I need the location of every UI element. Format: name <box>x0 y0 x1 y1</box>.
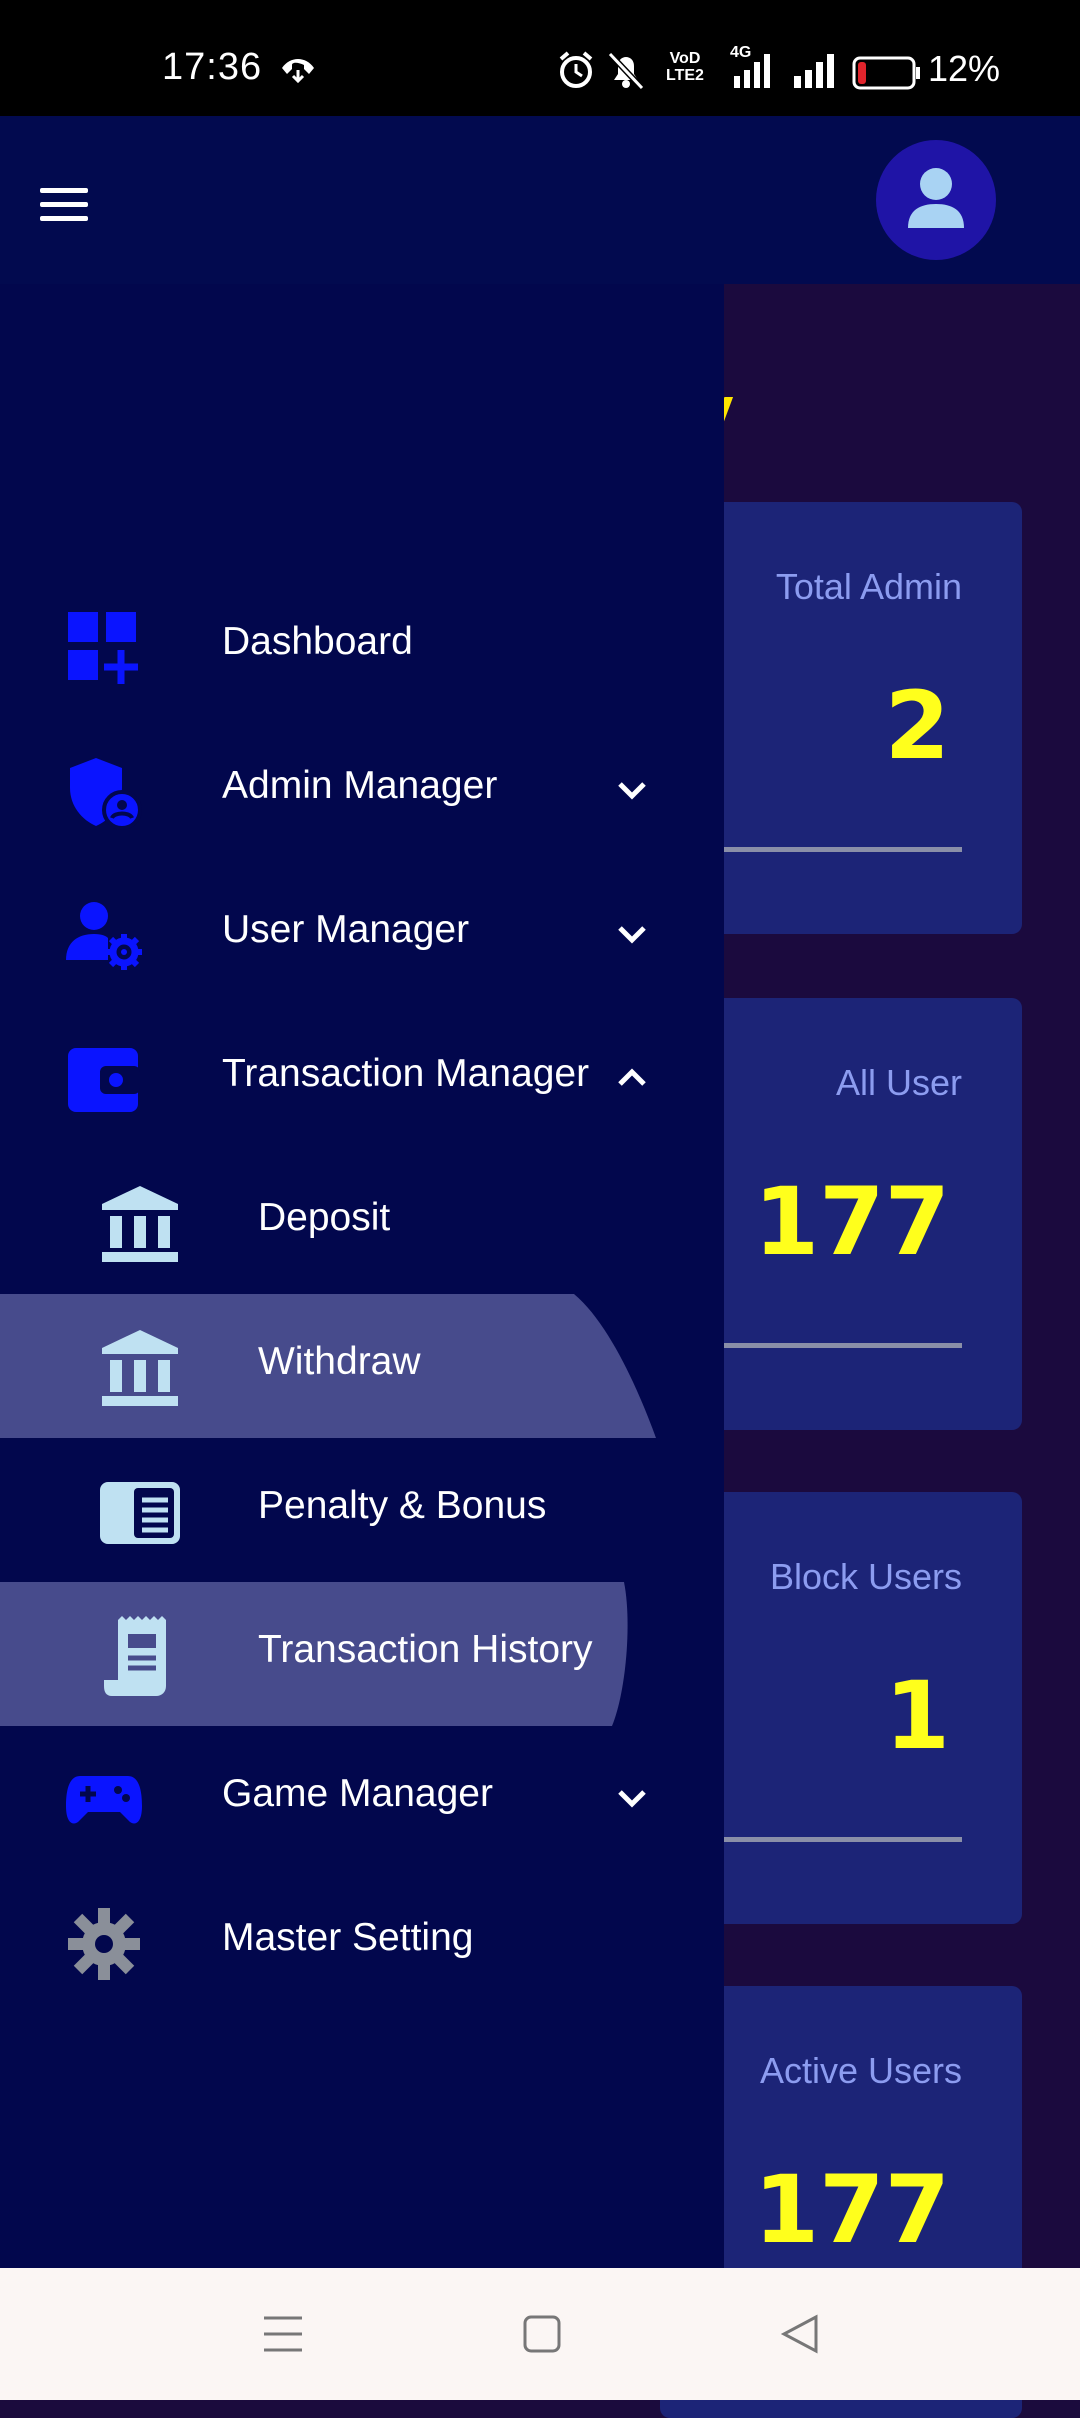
drawer-item-label: User Manager <box>222 908 470 951</box>
stat-label: Active Users <box>759 2050 962 2091</box>
drawer-item-user-manager[interactable]: User Manager <box>0 862 724 1006</box>
volte-bottom: LTE2 <box>666 67 704 84</box>
drawer-subitem-deposit[interactable]: Deposit <box>0 1150 724 1294</box>
drawer-subitem-transaction-history[interactable]: Transaction History <box>0 1582 724 1726</box>
home-icon[interactable] <box>522 2314 562 2359</box>
drawer-item-admin-manager[interactable]: Admin Manager <box>0 718 724 862</box>
back-icon[interactable] <box>780 2314 820 2359</box>
battery-icon <box>852 56 922 95</box>
stat-value: 2 <box>884 672 950 781</box>
drawer-item-master-setting[interactable]: Master Setting <box>0 1870 724 2014</box>
drawer-item-transaction-manager[interactable]: Transaction Manager <box>0 1006 724 1150</box>
volte-top: VoD <box>669 50 701 67</box>
status-time: 17:36 <box>162 46 263 88</box>
stat-label: Total Admin <box>775 566 962 607</box>
battery-percent: 12% <box>928 48 1001 89</box>
user-settings-icon <box>66 898 142 974</box>
mute-icon <box>604 50 648 95</box>
drawer-subitem-label: Penalty & Bonus <box>258 1484 547 1527</box>
stat-value: 177 <box>753 1168 950 1277</box>
drawer-item-game-manager[interactable]: Game Manager <box>0 1726 724 1870</box>
drawer-item-label: Admin Manager <box>222 764 498 807</box>
drawer-item-label: Transaction Manager <box>222 1052 590 1095</box>
profile-avatar-button[interactable] <box>876 140 996 260</box>
hamburger-icon[interactable] <box>40 188 88 228</box>
signal-icon <box>792 50 842 95</box>
drawer-item-label: Game Manager <box>222 1772 493 1815</box>
recent-apps-icon[interactable] <box>262 2314 304 2359</box>
volte-indicator: VoD LTE2 <box>666 50 704 84</box>
navigation-drawer: Dashboard Admin Manager User Manager Tra… <box>0 284 724 2268</box>
chevron-down-icon[interactable] <box>612 770 652 815</box>
call-icon <box>278 54 318 89</box>
person-icon <box>908 168 964 228</box>
wallet-icon <box>66 1042 142 1118</box>
drawer-item-dashboard[interactable]: Dashboard <box>0 574 724 718</box>
admin-shield-icon <box>66 754 142 830</box>
drawer-subitem-label: Transaction History <box>258 1628 593 1671</box>
app-header <box>0 116 1080 284</box>
chevron-down-icon[interactable] <box>612 914 652 959</box>
receipt-icon <box>98 1616 182 1696</box>
alarm-icon <box>556 50 596 95</box>
drawer-subitem-withdraw[interactable]: Withdraw <box>0 1294 724 1438</box>
drawer-item-label: Master Setting <box>222 1916 474 1959</box>
bank-icon <box>98 1184 182 1264</box>
chevron-down-icon[interactable] <box>612 1778 652 1823</box>
signal-4g-icon: 4G <box>730 44 782 95</box>
gear-icon <box>66 1906 142 1982</box>
drawer-item-label: Dashboard <box>222 620 413 663</box>
dashboard-add-icon <box>66 610 142 686</box>
stat-value: 177 <box>753 2156 950 2265</box>
gamepad-icon <box>66 1762 142 1838</box>
stat-value: 1 <box>884 1662 950 1771</box>
drawer-subitem-label: Withdraw <box>258 1340 421 1383</box>
system-navigation-bar <box>0 2268 1080 2400</box>
stat-label: Block Users <box>769 1556 962 1597</box>
stat-label: All User <box>835 1062 962 1103</box>
bank-icon <box>98 1328 182 1408</box>
status-bar: 17:36 VoD LTE2 4G 12% <box>0 0 1080 116</box>
drawer-subitem-label: Deposit <box>258 1196 391 1239</box>
drawer-subitem-penalty-bonus[interactable]: Penalty & Bonus <box>0 1438 724 1582</box>
chevron-up-icon[interactable] <box>612 1058 652 1103</box>
book-icon <box>98 1472 182 1552</box>
signal-label: 4G <box>730 44 752 61</box>
